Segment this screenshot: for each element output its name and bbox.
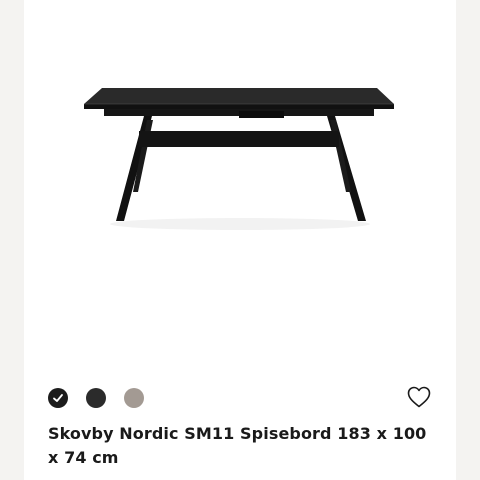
checkmark-icon (53, 394, 63, 402)
swatch-grey-oak[interactable] (124, 388, 144, 408)
swatch-black-selected[interactable] (48, 388, 68, 408)
product-card[interactable]: Skovby Nordic SM11 Spisebord 183 x 100 x… (24, 0, 456, 480)
product-title[interactable]: Skovby Nordic SM11 Spisebord 183 x 100 x… (48, 422, 428, 470)
favorite-button[interactable] (406, 384, 432, 410)
swatch-black-ash[interactable] (86, 388, 106, 408)
dining-table-image (84, 88, 394, 230)
color-swatches (48, 386, 144, 410)
heart-outline-icon (407, 386, 431, 408)
product-image[interactable] (24, 0, 456, 370)
